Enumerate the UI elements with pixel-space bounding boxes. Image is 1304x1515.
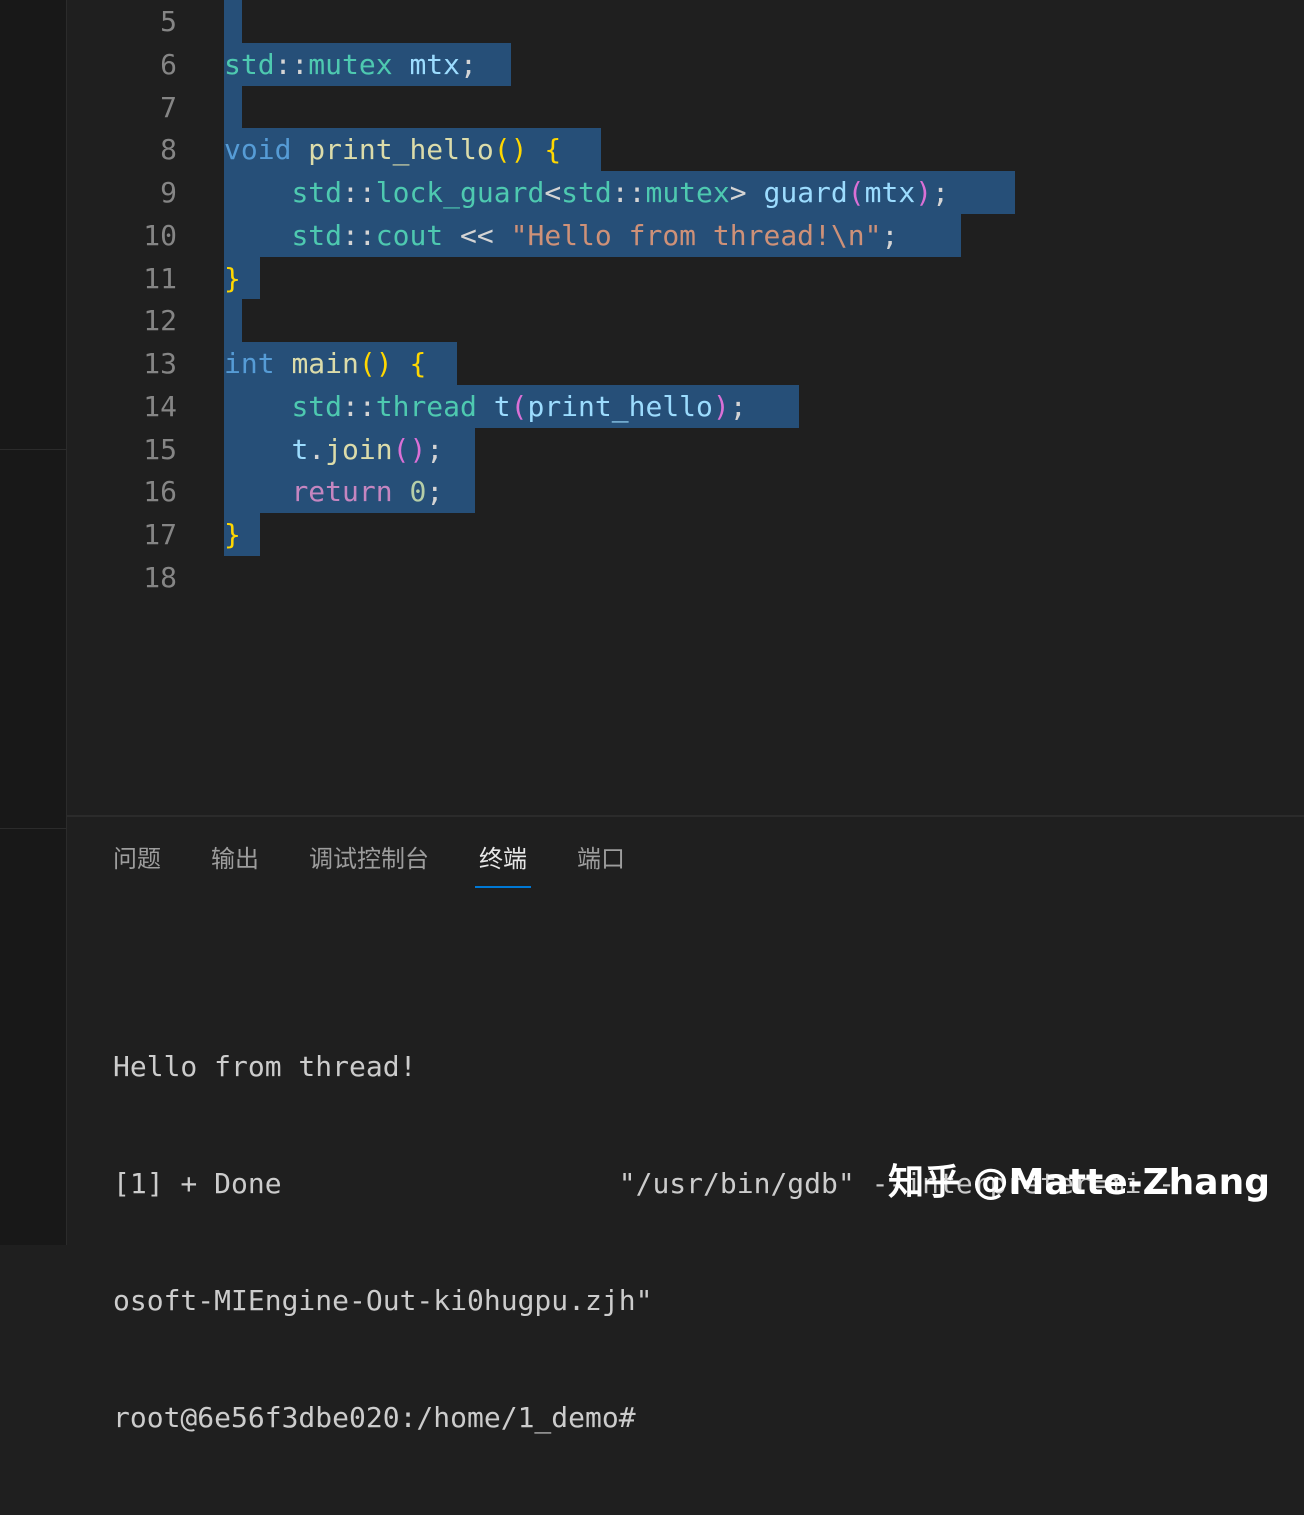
code-line-8: void print_hello() { xyxy=(224,133,562,166)
code-line-15: t.join(); xyxy=(291,433,444,466)
line-number: 5 xyxy=(160,5,177,38)
tab-problems[interactable]: 问题 xyxy=(113,839,161,884)
tab-ports[interactable]: 端口 xyxy=(577,839,625,884)
activity-sidebar xyxy=(0,0,67,1245)
line-number: 11 xyxy=(143,262,177,295)
line-number: 18 xyxy=(143,561,177,594)
line-number: 17 xyxy=(143,518,177,551)
line-number: 10 xyxy=(143,219,177,252)
code-line-17: } xyxy=(224,518,241,551)
selection-highlight xyxy=(224,299,242,342)
sidebar-divider xyxy=(0,828,66,829)
terminal-prompt: root@6e56f3dbe020:/home/1_demo# xyxy=(113,1401,636,1434)
code-line-13: int main() { xyxy=(224,347,427,380)
line-number: 16 xyxy=(143,475,177,508)
code-line-6: std::mutex mtx; xyxy=(224,48,477,81)
line-number: 13 xyxy=(143,347,177,380)
code-line-11: } xyxy=(224,262,241,295)
line-number: 7 xyxy=(160,91,177,124)
line-number: 12 xyxy=(143,304,177,337)
panel-tabs: 问题 输出 调试控制台 终端 端口 xyxy=(113,839,675,888)
line-number: 9 xyxy=(160,176,177,209)
terminal-line: Hello from thread! xyxy=(113,1050,417,1083)
code-line-10: std::cout << "Hello from thread!\n"; xyxy=(291,219,899,252)
line-number: 6 xyxy=(160,48,177,81)
watermark: 知乎 @Matte-Zhang xyxy=(888,1162,1270,1203)
terminal-line: osoft-MIEngine-Out-ki0hugpu.zjh" xyxy=(113,1284,653,1317)
tab-terminal[interactable]: 终端 xyxy=(475,839,531,888)
tab-output[interactable]: 输出 xyxy=(211,839,259,884)
tab-debug-console[interactable]: 调试控制台 xyxy=(309,839,429,884)
selection-highlight xyxy=(224,0,242,43)
line-number: 14 xyxy=(143,390,177,423)
selection-highlight xyxy=(224,86,242,128)
line-number: 15 xyxy=(143,433,177,466)
code-line-9: std::lock_guard<std::mutex> guard(mtx); xyxy=(291,176,949,209)
code-line-16: return 0; xyxy=(291,475,444,508)
sidebar-divider xyxy=(0,449,66,450)
line-number: 8 xyxy=(160,133,177,166)
code-line-14: std::thread t(print_hello); xyxy=(291,390,747,423)
code-editor[interactable]: 5 6 7 8 9 10 11 12 13 14 15 16 17 18 std… xyxy=(67,0,1304,815)
terminal-output[interactable]: Hello from thread! [1] + Done "/usr/bin/… xyxy=(113,969,1175,1515)
